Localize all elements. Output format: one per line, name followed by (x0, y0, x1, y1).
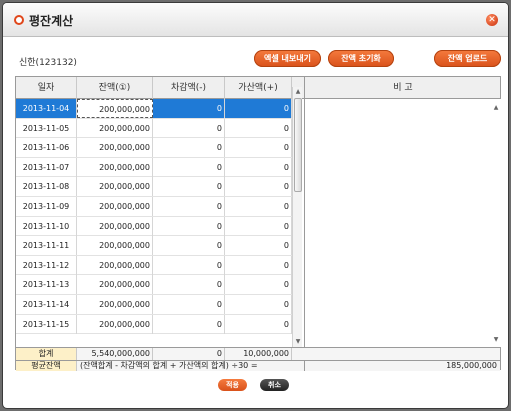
scroll-up-icon[interactable]: ▲ (491, 103, 501, 113)
table-row[interactable]: 2013-11-09 200,000,000 0 0 (16, 197, 292, 217)
row-decrease[interactable]: 0 (153, 295, 225, 314)
export-excel-button[interactable]: 엑셀 내보내기 (254, 50, 321, 67)
total-decrease: 0 (153, 348, 225, 360)
close-icon[interactable]: ✕ (486, 14, 498, 26)
row-increase[interactable]: 0 (225, 197, 292, 216)
account-label: 신한(123132) (19, 58, 77, 68)
row-decrease[interactable]: 0 (153, 216, 225, 236)
total-balance: 5,540,000,000 (77, 348, 153, 360)
row-balance[interactable]: 200,000,000 (77, 138, 153, 158)
column-header-memo[interactable]: 비 고 (304, 77, 501, 99)
dialog-title: 평잔계산 (29, 14, 74, 28)
average-formula: (잔액합계 - 차감액의 합계 + 가산액의 합계) ÷30 = (80, 361, 258, 370)
scroll-down-icon[interactable]: ▼ (491, 335, 501, 345)
row-decrease[interactable]: 0 (153, 157, 225, 177)
row-balance[interactable]: 200,000,000 (77, 255, 153, 275)
row-increase[interactable]: 0 (225, 157, 292, 177)
row-date: 2013-11-10 (16, 216, 77, 236)
row-increase[interactable]: 0 (225, 255, 292, 275)
row-decrease[interactable]: 0 (153, 255, 225, 275)
row-date: 2013-11-11 (16, 236, 77, 256)
total-increase: 10,000,000 (225, 348, 292, 360)
table-row[interactable]: 2013-11-07 200,000,000 0 0 (16, 157, 292, 178)
grid-header: 일자 잔액(①) 차감액(-) 가산액(+) 비 고 (16, 77, 500, 99)
apply-button[interactable]: 적용 (218, 379, 247, 391)
row-decrease[interactable]: 0 (153, 236, 225, 256)
dialog-window: 평잔계산 ✕ 신한(123132) 엑셀 내보내기 잔액 초기화 잔액 업로드 … (2, 2, 509, 409)
row-date: 2013-11-06 (16, 138, 77, 158)
row-decrease[interactable]: 0 (153, 118, 225, 138)
row-balance[interactable]: 200,000,000 (77, 177, 153, 197)
row-increase[interactable]: 0 (225, 236, 292, 256)
row-date: 2013-11-14 (16, 295, 77, 314)
reset-balance-button[interactable]: 잔액 초기화 (328, 50, 394, 67)
row-decrease[interactable]: 0 (153, 197, 225, 216)
row-increase[interactable]: 0 (225, 99, 292, 118)
row-date: 2013-11-05 (16, 118, 77, 138)
table-row[interactable]: 2013-11-14 200,000,000 0 0 (16, 295, 292, 315)
memo-column[interactable]: ▲ ▼ (304, 99, 501, 347)
row-date: 2013-11-12 (16, 255, 77, 275)
row-date: 2013-11-04 (16, 99, 77, 118)
table-row[interactable]: 2013-11-12 200,000,000 0 0 (16, 255, 292, 276)
scroll-up-icon[interactable]: ▲ (293, 87, 303, 97)
row-balance[interactable]: 200,000,000 (77, 99, 153, 118)
row-increase[interactable]: 0 (225, 177, 292, 197)
row-balance[interactable]: 200,000,000 (77, 295, 153, 314)
title-bar[interactable]: 평잔계산 ✕ (3, 3, 508, 37)
grid-scrollbar[interactable]: ▲ ▼ (292, 87, 302, 347)
table-row[interactable]: 2013-11-04 200,000,000 0 0 (16, 99, 292, 119)
row-date: 2013-11-13 (16, 275, 77, 295)
column-header-balance[interactable]: 잔액(①) (77, 77, 153, 99)
memo-scrollbar[interactable]: ▲ ▼ (491, 99, 501, 347)
row-increase[interactable]: 0 (225, 216, 292, 236)
row-date: 2013-11-07 (16, 157, 77, 177)
average-label: 평균잔액 (16, 361, 77, 371)
row-balance[interactable]: 200,000,000 (77, 275, 153, 295)
cancel-button[interactable]: 취소 (260, 379, 289, 391)
column-header-decrease[interactable]: 차감액(-) (153, 77, 225, 99)
row-increase[interactable]: 0 (225, 118, 292, 138)
row-balance[interactable]: 200,000,000 (77, 157, 153, 177)
row-increase[interactable]: 0 (225, 314, 292, 334)
row-decrease[interactable]: 0 (153, 138, 225, 158)
row-date: 2013-11-08 (16, 177, 77, 197)
row-balance[interactable]: 200,000,000 (77, 118, 153, 138)
row-decrease[interactable]: 0 (153, 314, 225, 334)
total-label: 합계 (16, 348, 77, 360)
scroll-down-icon[interactable]: ▼ (293, 337, 303, 347)
row-decrease[interactable]: 0 (153, 99, 225, 118)
scrollbar-thumb[interactable] (294, 98, 302, 192)
table-row[interactable]: 2013-11-15 200,000,000 0 0 (16, 314, 292, 335)
circle-icon (14, 15, 24, 25)
row-increase[interactable]: 0 (225, 275, 292, 295)
row-increase[interactable]: 0 (225, 295, 292, 314)
table-row[interactable]: 2013-11-05 200,000,000 0 0 (16, 118, 292, 139)
row-decrease[interactable]: 0 (153, 177, 225, 197)
average-row: 평균잔액 (잔액합계 - 차감액의 합계 + 가산액의 합계) ÷30 = 18… (16, 360, 500, 371)
row-date: 2013-11-15 (16, 314, 77, 334)
balance-grid: 일자 잔액(①) 차감액(-) 가산액(+) 비 고 2013-11-04 200… (15, 76, 501, 371)
upload-balance-button[interactable]: 잔액 업로드 (434, 50, 501, 67)
column-header-date[interactable]: 일자 (16, 77, 77, 99)
table-row[interactable]: 2013-11-08 200,000,000 0 0 (16, 177, 292, 197)
row-date: 2013-11-09 (16, 197, 77, 216)
table-row[interactable]: 2013-11-11 200,000,000 0 0 (16, 236, 292, 256)
row-balance[interactable]: 200,000,000 (77, 216, 153, 236)
row-balance[interactable]: 200,000,000 (77, 197, 153, 216)
table-row[interactable]: 2013-11-10 200,000,000 0 0 (16, 216, 292, 237)
row-balance[interactable]: 200,000,000 (77, 236, 153, 256)
column-header-increase[interactable]: 가산액(+) (225, 77, 292, 99)
row-decrease[interactable]: 0 (153, 275, 225, 295)
row-increase[interactable]: 0 (225, 138, 292, 158)
total-row: 합계 5,540,000,000 0 10,000,000 (16, 347, 500, 360)
row-balance[interactable]: 200,000,000 (77, 314, 153, 334)
table-row[interactable]: 2013-11-06 200,000,000 0 0 (16, 138, 292, 158)
table-row[interactable]: 2013-11-13 200,000,000 0 0 (16, 275, 292, 295)
average-value: 185,000,000 (304, 361, 500, 371)
